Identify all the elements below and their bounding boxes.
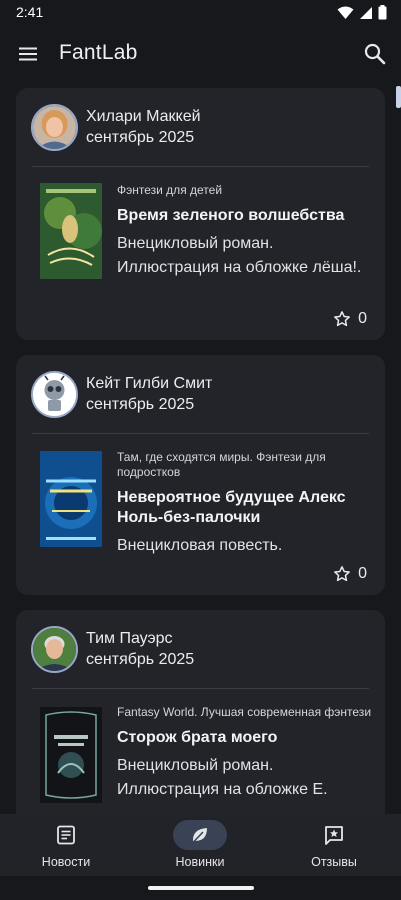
book-title: Сторож брата моего bbox=[117, 729, 278, 746]
scroll-indicator[interactable] bbox=[396, 86, 401, 108]
status-bar: 2:41 bbox=[0, 0, 401, 26]
avatar bbox=[31, 371, 78, 418]
book-cover[interactable] bbox=[40, 707, 102, 803]
author-photo-icon bbox=[33, 628, 76, 671]
menu-button[interactable] bbox=[14, 40, 42, 68]
book-cover-image-icon bbox=[40, 451, 102, 547]
article-icon bbox=[57, 825, 75, 845]
book-cover[interactable] bbox=[40, 451, 102, 547]
nav-item-reviews[interactable]: Отзывы bbox=[279, 814, 389, 876]
home-gesture-handle[interactable] bbox=[148, 886, 254, 890]
divider bbox=[32, 688, 369, 689]
feed-card[interactable]: Хилари Маккей сентябрь 2025 Фэнтези для … bbox=[16, 88, 385, 340]
author-name: Кейт Гилби Смит bbox=[86, 375, 213, 392]
rating-count: 0 bbox=[358, 310, 367, 327]
nav-item-new-releases[interactable]: Новинки bbox=[145, 814, 255, 876]
book-description: Внецикловая повесть. bbox=[117, 537, 283, 554]
author-name: Тим Пауэрс bbox=[86, 630, 173, 647]
book-description: Внецикловый роман. Иллюстрация на обложк… bbox=[117, 757, 328, 798]
signal-icon bbox=[360, 6, 372, 19]
card-author[interactable]: Хилари Маккей сентябрь 2025 bbox=[31, 104, 201, 151]
gesture-bar bbox=[0, 876, 401, 900]
book-info[interactable]: Там, где сходятся миры. Фэнтези для подр… bbox=[117, 450, 371, 558]
app-title: FantLab bbox=[59, 41, 138, 64]
book-info[interactable]: Фэнтези для детей Время зеленого волшебс… bbox=[117, 183, 371, 280]
rating-count: 0 bbox=[358, 565, 367, 582]
rating-button[interactable]: 0 bbox=[333, 310, 367, 328]
leaf-icon bbox=[192, 828, 207, 844]
avatar bbox=[31, 626, 78, 673]
book-description: Внецикловый роман. Иллюстрация на обложк… bbox=[117, 235, 362, 276]
author-name: Хилари Маккей bbox=[86, 108, 201, 125]
book-title: Невероятное будущее Алекс Ноль-без-палоч… bbox=[117, 489, 346, 526]
nav-label: Новости bbox=[41, 855, 91, 869]
card-author[interactable]: Тим Пауэрс сентябрь 2025 bbox=[31, 626, 194, 673]
app-screen: 2:41 FantLab Хилари Маккей сентябрь 2025… bbox=[0, 0, 401, 900]
divider bbox=[32, 433, 369, 434]
nav-label: Новинки bbox=[175, 855, 225, 869]
star-outline-icon bbox=[334, 311, 350, 327]
battery-icon bbox=[378, 5, 387, 20]
publication-date: сентябрь 2025 bbox=[86, 396, 195, 413]
search-icon bbox=[364, 43, 386, 65]
book-cover-image-icon bbox=[40, 183, 102, 279]
app-bar: FantLab bbox=[0, 26, 401, 82]
book-series: Фэнтези для детей bbox=[117, 183, 223, 197]
status-time: 2:41 bbox=[16, 4, 44, 20]
feed-card[interactable]: Кейт Гилби Смит сентябрь 2025 Там, где с… bbox=[16, 355, 385, 595]
status-icons bbox=[337, 5, 387, 20]
bottom-navigation: Новости Новинки Отзывы bbox=[0, 814, 401, 876]
star-outline-icon bbox=[334, 566, 350, 582]
card-author[interactable]: Кейт Гилби Смит сентябрь 2025 bbox=[31, 371, 212, 418]
book-title: Время зеленого волшебства bbox=[117, 207, 345, 224]
book-cover-image-icon bbox=[40, 707, 102, 803]
avatar bbox=[31, 104, 78, 151]
publication-date: сентябрь 2025 bbox=[86, 651, 195, 668]
default-avatar-robot-icon bbox=[33, 373, 76, 416]
publication-date: сентябрь 2025 bbox=[86, 129, 195, 146]
search-button[interactable] bbox=[361, 40, 389, 68]
book-series: Там, где сходятся миры. Фэнтези для подр… bbox=[117, 450, 326, 479]
book-cover[interactable] bbox=[40, 183, 102, 279]
hamburger-menu-icon bbox=[19, 47, 37, 61]
rating-button[interactable]: 0 bbox=[333, 565, 367, 583]
review-icon bbox=[325, 826, 343, 845]
nav-item-news[interactable]: Новости bbox=[11, 814, 121, 876]
author-photo-icon bbox=[33, 106, 76, 149]
nav-label: Отзывы bbox=[311, 855, 357, 869]
wifi-icon bbox=[337, 6, 354, 19]
book-info[interactable]: Fantasy World. Лучшая современная фэнтез… bbox=[117, 705, 371, 802]
divider bbox=[32, 166, 369, 167]
book-series: Fantasy World. Лучшая современная фэнтез… bbox=[117, 705, 372, 719]
